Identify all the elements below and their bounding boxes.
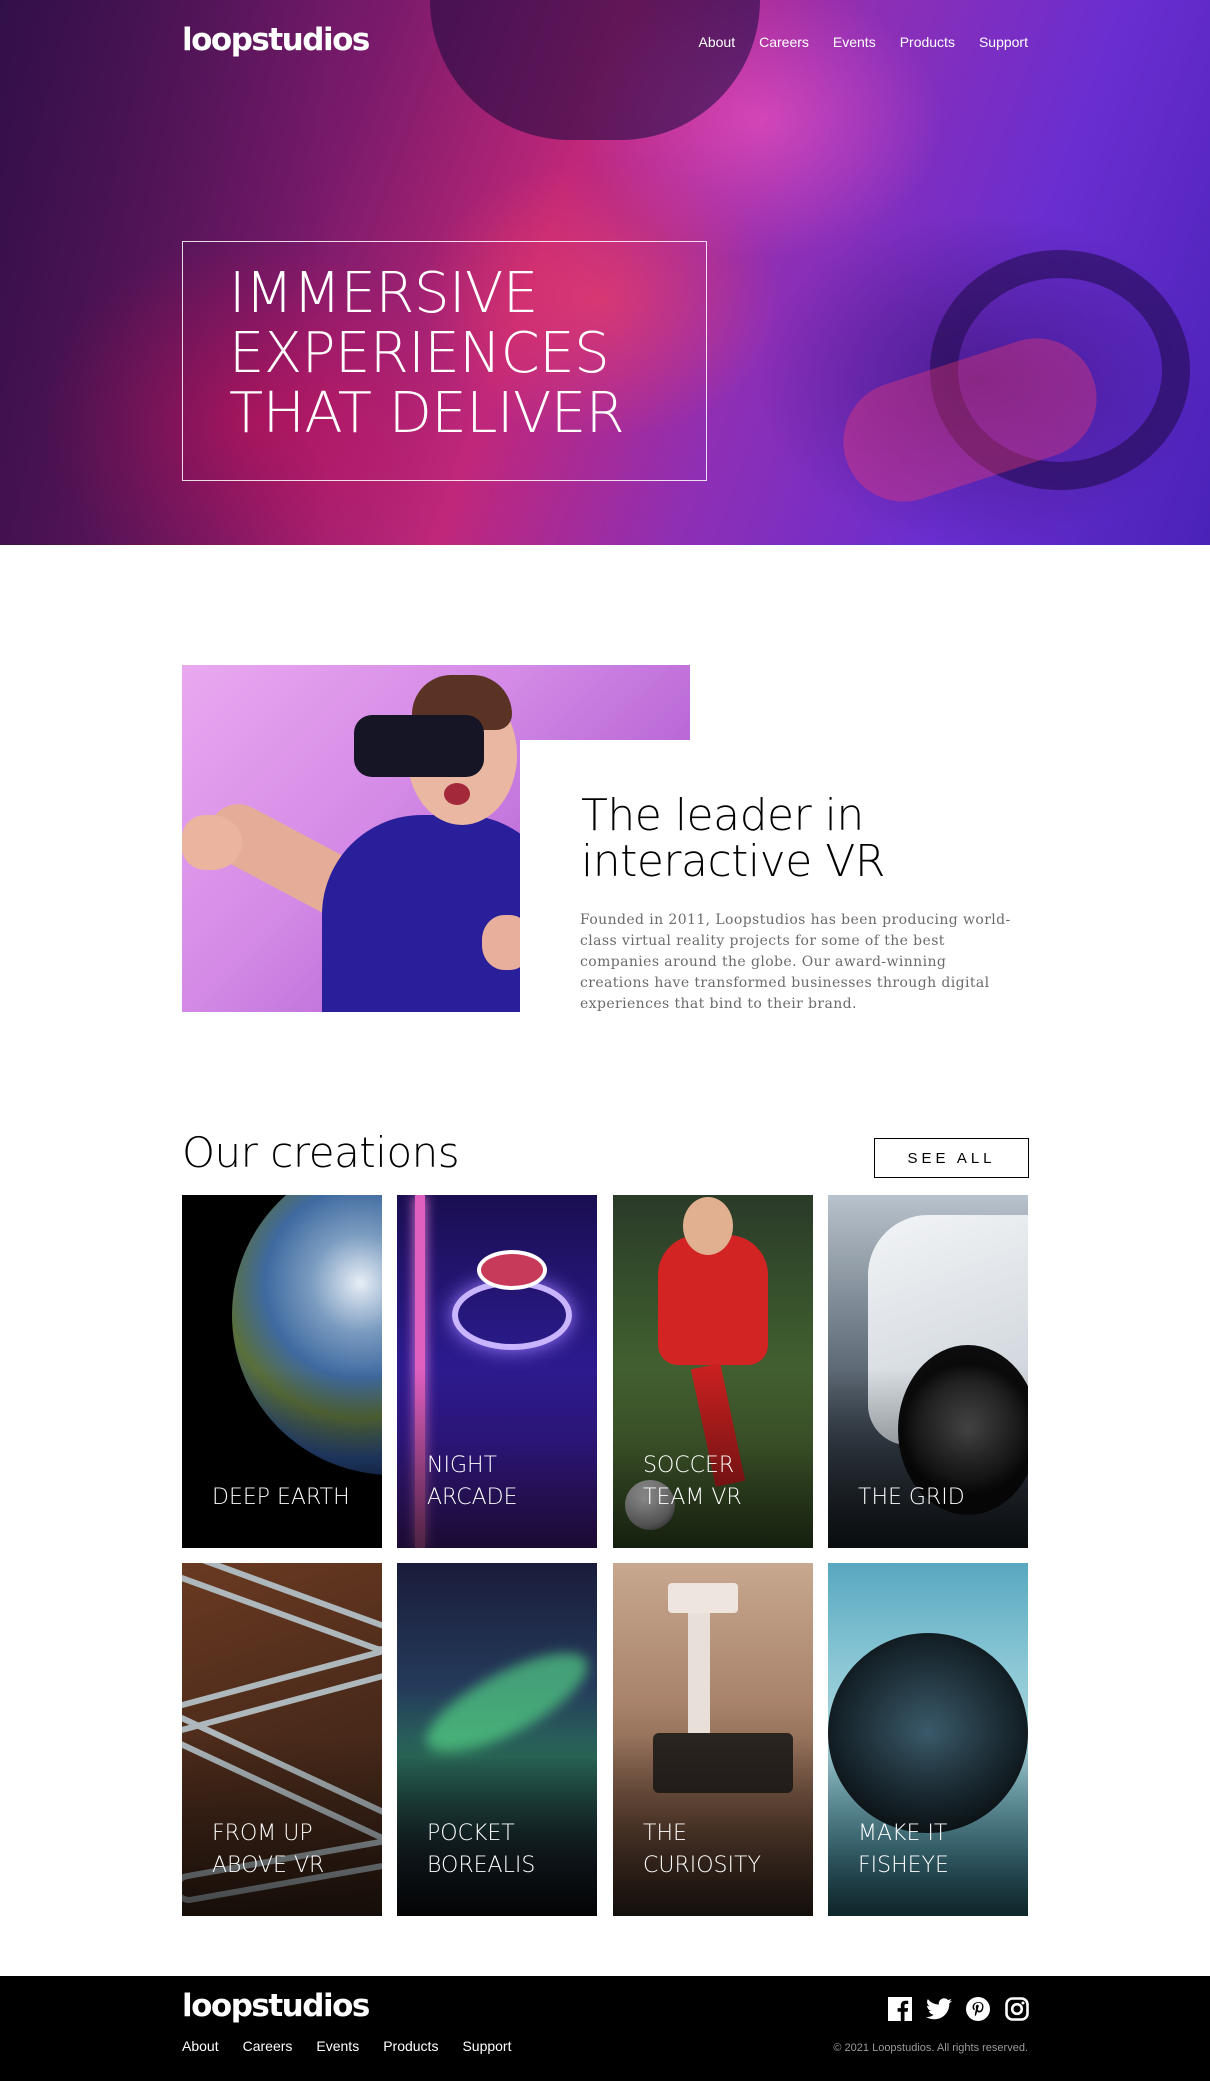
card-label-line: FISHEYE — [858, 1853, 949, 1878]
hero-title-box: IMMERSIVE EXPERIENCES THAT DELIVER — [182, 241, 707, 481]
card-label-line: FROM UP — [212, 1821, 313, 1846]
hero-title-line: THAT DELIVER — [229, 381, 625, 446]
card-label-line: THE GRID — [858, 1485, 965, 1510]
hero-title-line: EXPERIENCES — [229, 321, 610, 386]
creations-title: Our creations — [182, 1128, 460, 1177]
nav-events[interactable]: Events — [833, 34, 876, 50]
card-label: NIGHT ARCADE — [427, 1450, 587, 1514]
creation-card-pocket-borealis[interactable]: POCKET BOREALIS — [397, 1563, 597, 1916]
image-vr-headset — [354, 715, 484, 777]
card-label: THE GRID — [858, 1482, 1018, 1514]
creation-card-make-it-fisheye[interactable]: MAKE IT FISHEYE — [828, 1563, 1028, 1916]
leader-description: Founded in 2011, Loopstudios has been pr… — [580, 912, 1011, 1012]
creation-card-soccer-team-vr[interactable]: SOCCER TEAM VR — [613, 1195, 813, 1548]
footer-nav-events[interactable]: Events — [316, 2038, 359, 2054]
nav-support[interactable]: Support — [979, 34, 1028, 50]
twitter-icon[interactable] — [926, 1996, 952, 2022]
card-label: MAKE IT FISHEYE — [858, 1818, 1018, 1882]
creation-card-from-up-above-vr[interactable]: FROM UP ABOVE VR — [182, 1563, 382, 1916]
winding-road-image — [182, 1639, 382, 1737]
card-label: DEEP EARTH — [212, 1482, 372, 1514]
image-mouth — [444, 783, 470, 805]
instagram-icon[interactable] — [1004, 1996, 1030, 2022]
hero-background-shape — [430, 0, 760, 140]
card-label-line: NIGHT — [427, 1453, 497, 1478]
card-label-line: TEAM VR — [643, 1485, 742, 1510]
creation-card-night-arcade[interactable]: NIGHT ARCADE — [397, 1195, 597, 1548]
player-shirt-image — [658, 1235, 768, 1365]
card-label-line: BOREALIS — [427, 1853, 536, 1878]
card-label-line: DEEP EARTH — [212, 1485, 350, 1510]
copyright-text: © 2021 Loopstudios. All rights reserved. — [833, 2042, 1028, 2054]
creation-card-deep-earth[interactable]: DEEP EARTH — [182, 1195, 382, 1548]
nav-about[interactable]: About — [699, 34, 736, 50]
card-shade — [828, 1368, 1028, 1548]
pinterest-icon[interactable] — [965, 1996, 991, 2022]
footer-nav: About Careers Events Products Support — [182, 2038, 536, 2054]
hero-title: IMMERSIVE EXPERIENCES THAT DELIVER — [229, 264, 660, 444]
card-label-line: CURIOSITY — [643, 1853, 761, 1878]
card-label-line: POCKET — [427, 1821, 515, 1846]
leader-title-line: interactive VR — [581, 836, 885, 887]
footer-nav-products[interactable]: Products — [383, 2038, 438, 2054]
header-logo[interactable]: loopstudios — [182, 22, 370, 58]
card-label: SOCCER TEAM VR — [643, 1450, 803, 1514]
card-label: THE CURIOSITY — [643, 1818, 803, 1882]
hero-title-line: IMMERSIVE — [229, 261, 538, 326]
rover-mast-image — [688, 1593, 710, 1743]
card-label-line: SOCCER — [643, 1453, 735, 1478]
card-label-line: THE — [643, 1821, 687, 1846]
arcade-ring-image — [452, 1280, 572, 1350]
rover-camera-image — [668, 1583, 738, 1613]
arcade-target-image — [477, 1250, 547, 1290]
footer: loopstudios About Careers Events Product… — [0, 1976, 1210, 2081]
winding-road-image — [182, 1563, 382, 1657]
card-label-line: ABOVE VR — [212, 1853, 325, 1878]
player-head-image — [683, 1197, 733, 1255]
creation-card-the-grid[interactable]: THE GRID — [828, 1195, 1028, 1548]
facebook-icon[interactable] — [887, 1996, 913, 2022]
social-links — [887, 1996, 1030, 2022]
footer-nav-about[interactable]: About — [182, 2038, 219, 2054]
nav-products[interactable]: Products — [900, 34, 955, 50]
header-nav: About Careers Events Products Support — [675, 34, 1029, 50]
leader-title: The leader in interactive VR — [581, 793, 981, 885]
footer-nav-support[interactable]: Support — [462, 2038, 511, 2054]
leader-title-line: The leader in — [581, 790, 864, 841]
see-all-button[interactable]: SEE ALL — [874, 1138, 1029, 1178]
card-shade — [182, 1368, 382, 1548]
card-label: FROM UP ABOVE VR — [212, 1818, 372, 1882]
footer-logo[interactable]: loopstudios — [182, 1988, 370, 2024]
card-label-line: ARCADE — [427, 1485, 518, 1510]
footer-nav-careers[interactable]: Careers — [243, 2038, 293, 2054]
card-label-line: MAKE IT — [858, 1821, 948, 1846]
image-hand — [182, 815, 242, 870]
hero-section: loopstudios About Careers Events Product… — [0, 0, 1210, 545]
nav-careers[interactable]: Careers — [759, 34, 809, 50]
card-label: POCKET BOREALIS — [427, 1818, 587, 1882]
creation-card-the-curiosity[interactable]: THE CURIOSITY — [613, 1563, 813, 1916]
